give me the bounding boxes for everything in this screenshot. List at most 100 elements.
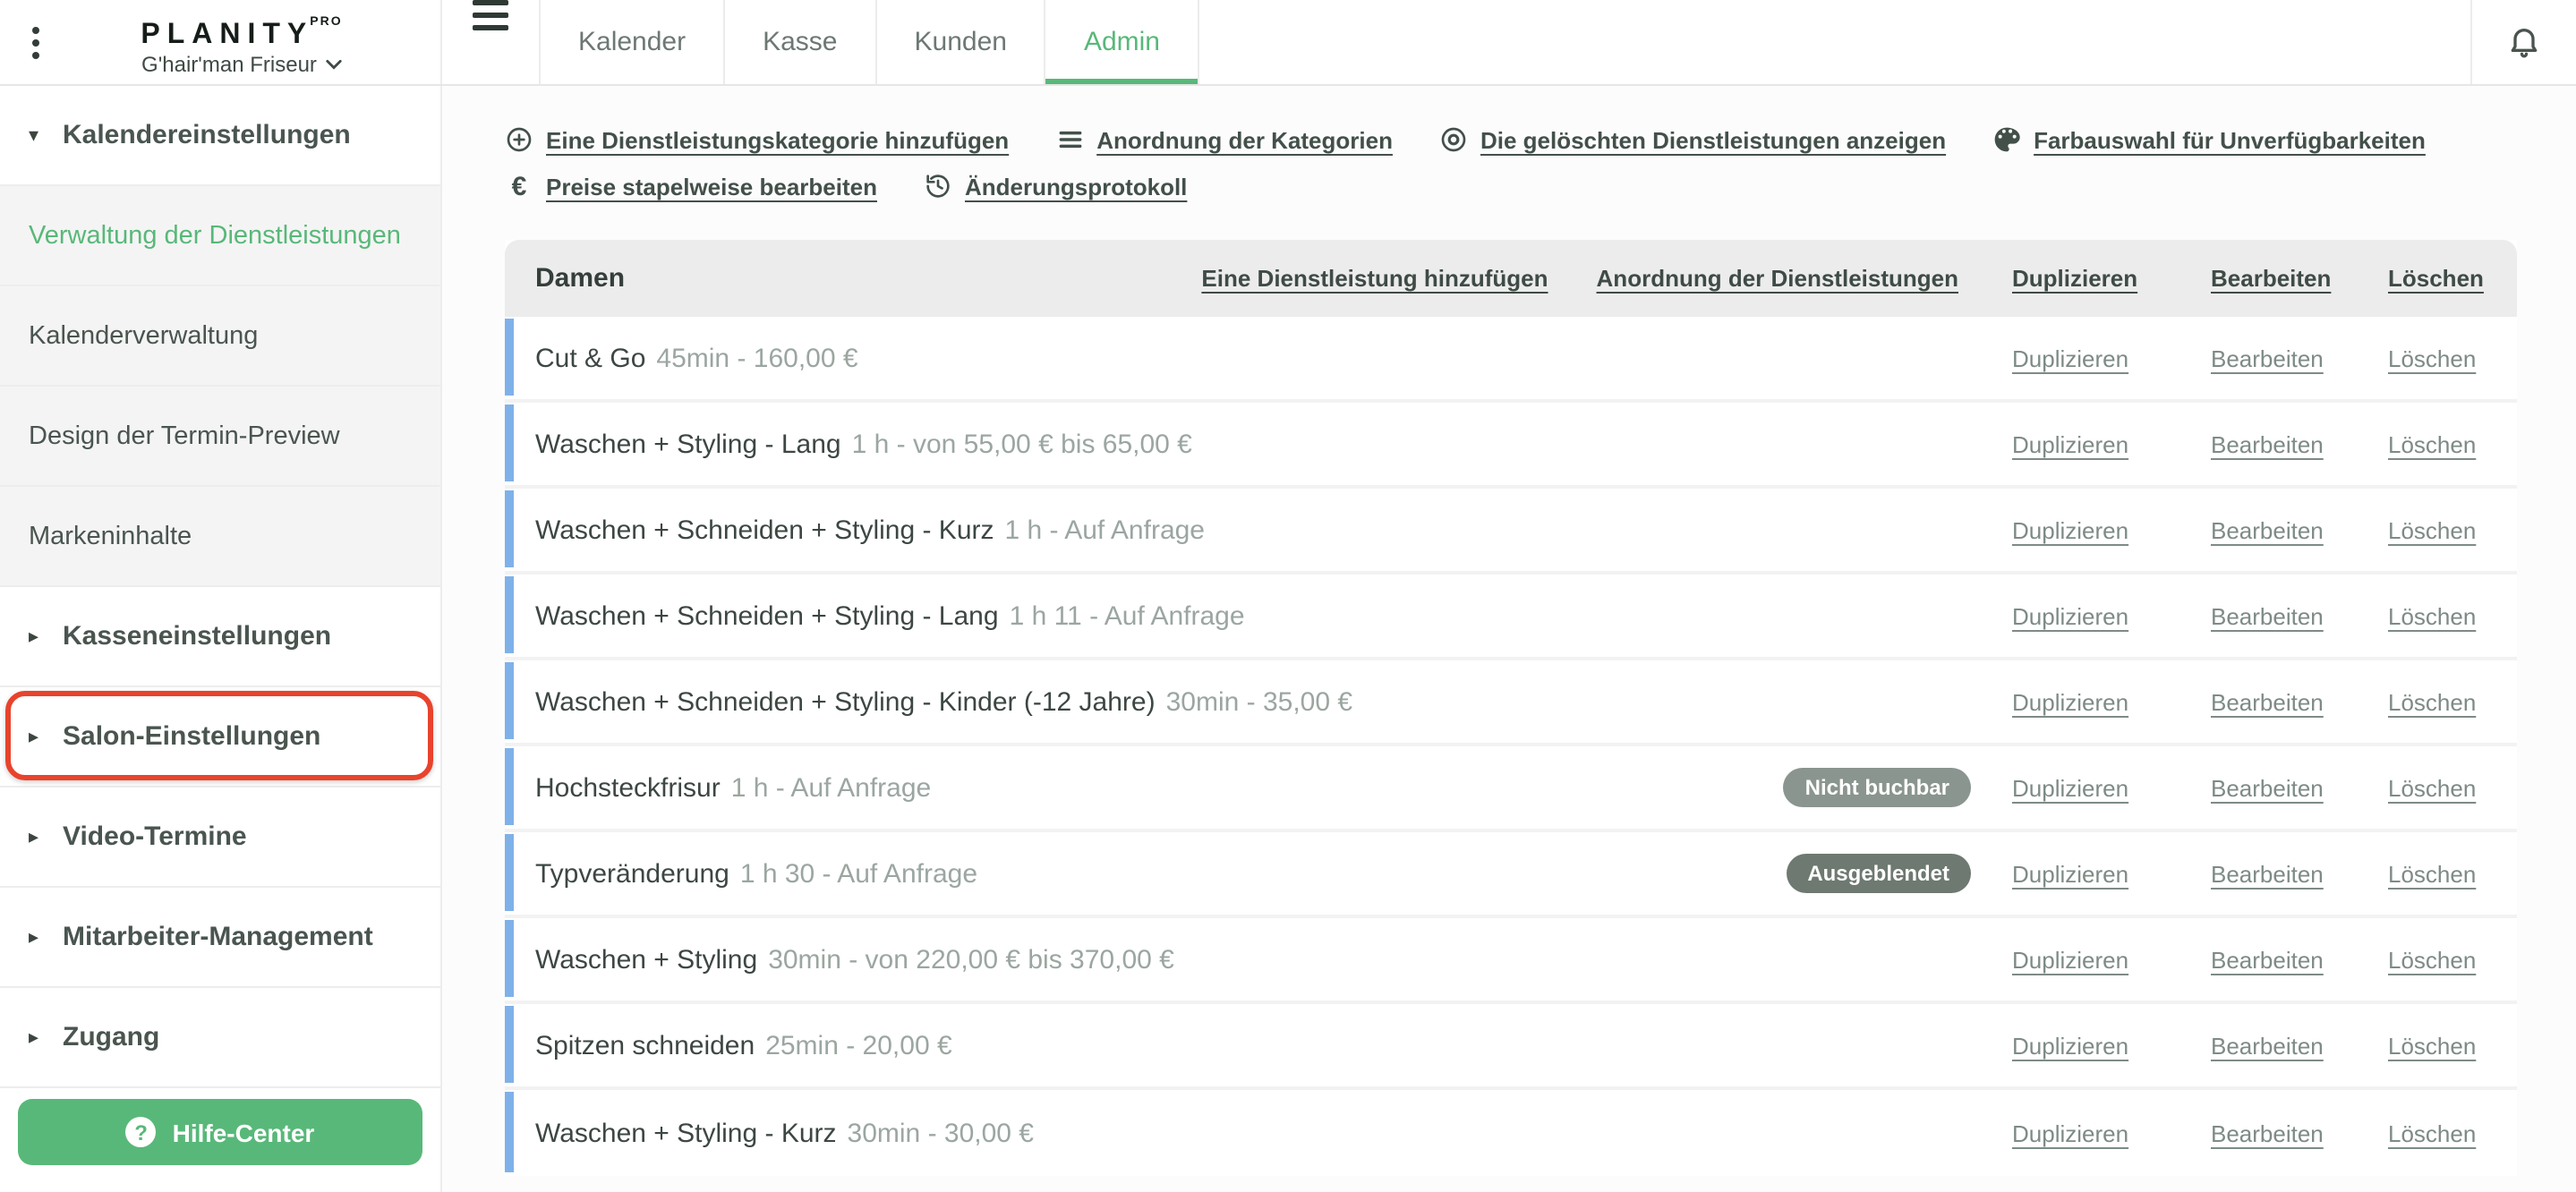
duplicate-link[interactable]: Duplizieren	[2012, 516, 2162, 543]
toolbar-link-label: Änderungsprotokoll	[964, 173, 1188, 200]
sidebar-item-salon-einstellungen[interactable]: ▸ Salon-Einstellungen	[0, 687, 440, 788]
service-name: Waschen + Schneiden + Styling - Kinder (…	[535, 686, 1156, 717]
table-row: Waschen + Schneiden + Styling - Kurz 1 h…	[505, 489, 2517, 575]
sidebar-item-verwaltung-der-dienstleistungen[interactable]: Verwaltung der Dienstleistungen	[0, 186, 440, 286]
sidebar-item-design-der-termin-preview[interactable]: Design der Termin-Preview	[0, 387, 440, 487]
duplicate-link[interactable]: Duplizieren	[2012, 602, 2162, 629]
duplicate-link[interactable]: Duplizieren	[2012, 1032, 2162, 1059]
app-window: PLANITYPRO G'hair'man Friseur Kalender K…	[0, 0, 2576, 1192]
duplicate-link[interactable]: Duplizieren	[2012, 430, 2162, 457]
table-row: Waschen + Schneiden + Styling - Kinder (…	[505, 660, 2517, 746]
edit-link[interactable]: Bearbeiten	[2211, 430, 2340, 457]
admin-sidebar: ▾ Kalendereinstellungen Verwaltung der D…	[0, 86, 442, 1192]
delete-link[interactable]: Löschen	[2388, 345, 2492, 371]
service-name: Typveränderung	[535, 858, 729, 889]
table-header: Damen Eine Dienstleistung hinzufügen Ano…	[505, 240, 2517, 317]
duplicate-link[interactable]: Duplizieren	[2012, 345, 2162, 371]
edit-link[interactable]: Bearbeiten	[2211, 602, 2340, 629]
history-icon	[924, 172, 952, 200]
sidebar-item-video-termine[interactable]: ▸ Video-Termine	[0, 788, 440, 888]
toolbar-link[interactable]: Die gelöschten Dienstleistungen anzeigen	[1439, 125, 1946, 154]
edit-link[interactable]: Bearbeiten	[2211, 946, 2340, 973]
delete-link[interactable]: Löschen	[2388, 1120, 2492, 1146]
expand-arrow-icon: ▸	[29, 625, 39, 648]
edit-column-header[interactable]: Bearbeiten	[2211, 265, 2340, 292]
help-center-label: Hilfe-Center	[172, 1118, 315, 1146]
sidebar-item-zugang[interactable]: ▸ Zugang	[0, 988, 440, 1088]
duplicate-link[interactable]: Duplizieren	[2012, 946, 2162, 973]
salon-name: G'hair'man Friseur	[141, 52, 317, 77]
edit-link[interactable]: Bearbeiten	[2211, 860, 2340, 887]
service-detail: 1 h - Auf Anfrage	[1004, 515, 1206, 545]
sidebar-item-label: Kalendereinstellungen	[63, 120, 351, 150]
service-name: Waschen + Styling - Kurz	[535, 1118, 837, 1148]
table-row: Waschen + Schneiden + Styling - Lang 1 h…	[505, 575, 2517, 660]
sidebar-item-markeninhalte[interactable]: Markeninhalte	[0, 487, 440, 587]
toolbar-link[interactable]: Farbauswahl für Unverfügbarkeiten	[1992, 125, 2426, 154]
delete-link[interactable]: Löschen	[2388, 430, 2492, 457]
tab-kunden[interactable]: Kunden	[877, 0, 1046, 84]
delete-link[interactable]: Löschen	[2388, 688, 2492, 715]
row-color-stripe	[505, 1006, 514, 1083]
chevron-down-icon	[326, 59, 342, 70]
delete-link[interactable]: Löschen	[2388, 602, 2492, 629]
expand-arrow-icon: ▸	[29, 825, 39, 848]
duplicate-link[interactable]: Duplizieren	[2012, 688, 2162, 715]
table-row: Waschen + Styling - Kurz 30min - 30,00 €…	[505, 1090, 2517, 1176]
duplicate-link[interactable]: Duplizieren	[2012, 774, 2162, 801]
sidebar-item-mitarbeiter-management[interactable]: ▸ Mitarbeiter-Management	[0, 888, 440, 988]
edit-link[interactable]: Bearbeiten	[2211, 1032, 2340, 1059]
order-services-link[interactable]: Anordnung der Dienstleistungen	[1597, 265, 1958, 292]
tab-kalender[interactable]: Kalender	[539, 0, 726, 84]
table-row: Spitzen schneiden 25min - 20,00 € Dupliz…	[505, 1004, 2517, 1090]
edit-link[interactable]: Bearbeiten	[2211, 345, 2340, 371]
toolbar-link[interactable]: € Preise stapelweise bearbeiten	[505, 171, 877, 201]
service-detail: 1 h 11 - Auf Anfrage	[1009, 600, 1245, 631]
sidebar-item-label: Video-Termine	[63, 822, 247, 852]
service-detail: 45min - 160,00 €	[656, 343, 858, 373]
service-name: Waschen + Schneiden + Styling - Kurz	[535, 515, 994, 545]
notifications-bell-icon[interactable]	[2506, 23, 2542, 61]
toolbar-link-label: Die gelöschten Dienstleistungen anzeigen	[1480, 126, 1947, 153]
edit-link[interactable]: Bearbeiten	[2211, 1120, 2340, 1146]
status-badge: Ausgeblendet	[1786, 854, 1971, 893]
table-row: Waschen + Styling - Lang 1 h - von 55,00…	[505, 403, 2517, 489]
table-row: Hochsteckfrisur 1 h - Auf Anfrage Nicht …	[505, 746, 2517, 832]
service-detail: 25min - 20,00 €	[765, 1030, 952, 1060]
edit-link[interactable]: Bearbeiten	[2211, 516, 2340, 543]
service-name: Waschen + Styling - Lang	[535, 429, 841, 459]
expand-arrow-icon: ▸	[29, 725, 39, 748]
category-title: Damen	[535, 263, 626, 294]
topbar-brand-area: PLANITYPRO G'hair'man Friseur	[0, 0, 442, 84]
salon-selector[interactable]: G'hair'man Friseur	[141, 52, 342, 77]
sidebar-item-label: Verwaltung der Dienstleistungen	[29, 221, 401, 250]
delete-column-header[interactable]: Löschen	[2388, 265, 2492, 292]
sidebar-item-kalendereinstellungen[interactable]: ▾ Kalendereinstellungen	[0, 86, 440, 186]
delete-link[interactable]: Löschen	[2388, 516, 2492, 543]
hamburger-menu-icon[interactable]	[473, 0, 508, 84]
sidebar-item-kasseneinstellungen[interactable]: ▸ Kasseneinstellungen	[0, 587, 440, 687]
delete-link[interactable]: Löschen	[2388, 1032, 2492, 1059]
edit-link[interactable]: Bearbeiten	[2211, 774, 2340, 801]
edit-link[interactable]: Bearbeiten	[2211, 688, 2340, 715]
service-name: Hochsteckfrisur	[535, 772, 721, 803]
tab-admin[interactable]: Admin	[1045, 0, 1199, 84]
toolbar-link[interactable]: Änderungsprotokoll	[924, 172, 1187, 200]
toolbar-link-label: Farbauswahl für Unverfügbarkeiten	[2034, 126, 2426, 153]
palette-icon	[1992, 125, 2021, 154]
add-service-link[interactable]: Eine Dienstleistung hinzufügen	[1201, 265, 1548, 292]
delete-link[interactable]: Löschen	[2388, 946, 2492, 973]
duplicate-column-header[interactable]: Duplizieren	[2012, 265, 2162, 292]
help-center-button[interactable]: ? Hilfe-Center	[18, 1099, 422, 1165]
table-body: Cut & Go 45min - 160,00 € Duplizieren Be…	[505, 317, 2517, 1176]
service-detail: 30min - 35,00 €	[1165, 686, 1353, 717]
tab-kasse[interactable]: Kasse	[725, 0, 877, 84]
delete-link[interactable]: Löschen	[2388, 774, 2492, 801]
duplicate-link[interactable]: Duplizieren	[2012, 860, 2162, 887]
duplicate-link[interactable]: Duplizieren	[2012, 1120, 2162, 1146]
sidebar-item-kalenderverwaltung[interactable]: Kalenderverwaltung	[0, 286, 440, 387]
toolbar-link[interactable]: Anordnung der Kategorien	[1055, 125, 1393, 154]
topbar: PLANITYPRO G'hair'man Friseur Kalender K…	[0, 0, 2576, 86]
toolbar-link[interactable]: Eine Dienstleistungskategorie hinzufügen	[505, 125, 1009, 154]
delete-link[interactable]: Löschen	[2388, 860, 2492, 887]
